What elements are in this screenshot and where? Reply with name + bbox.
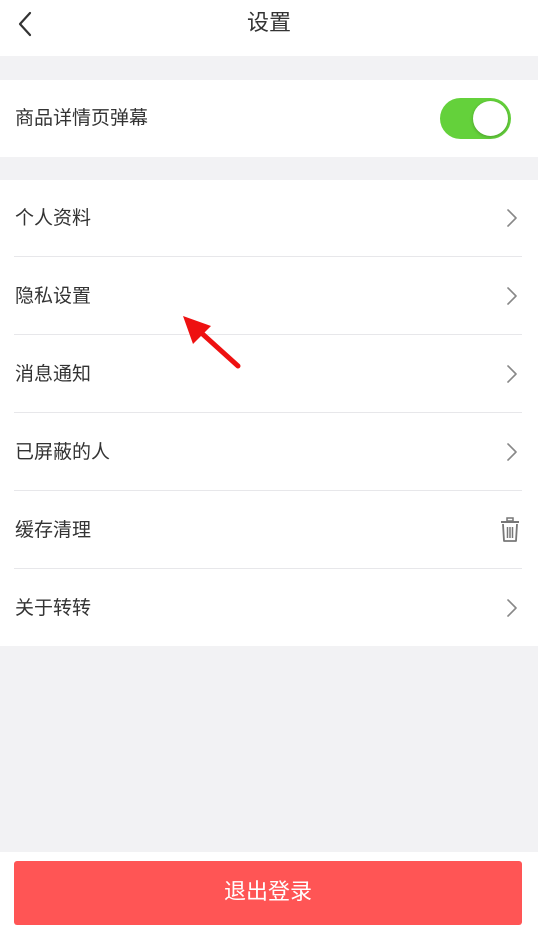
chevron-right-icon <box>507 209 517 227</box>
menu-item-blocked-users[interactable]: 已屏蔽的人 <box>0 414 538 491</box>
chevron-right-icon <box>507 365 517 383</box>
trash-icon[interactable] <box>499 517 521 543</box>
page-title: 设置 <box>246 11 291 36</box>
danmaku-section: 商品详情页弹幕 <box>0 80 538 157</box>
chevron-right-icon <box>507 443 517 461</box>
danmaku-toggle[interactable] <box>440 98 511 139</box>
chevron-right-icon <box>507 599 517 617</box>
menu-item-label: 关于转转 <box>15 597 92 619</box>
divider <box>14 256 522 257</box>
danmaku-row: 商品详情页弹幕 <box>0 80 538 157</box>
menu-item-label: 已屏蔽的人 <box>15 441 111 463</box>
menu-item-label: 隐私设置 <box>15 285 92 307</box>
settings-page: 设置 商品详情页弹幕 个人资料 隐私设置 消息通知 已屏蔽的人 缓存清理 关于转… <box>0 0 538 928</box>
menu-item-about[interactable]: 关于转转 <box>0 570 538 647</box>
settings-menu: 个人资料 隐私设置 消息通知 已屏蔽的人 缓存清理 关于转转 <box>0 180 538 646</box>
divider <box>14 412 522 413</box>
top-bar: 设置 <box>0 0 538 56</box>
logout-button[interactable]: 退出登录 <box>14 861 522 925</box>
menu-item-notifications[interactable]: 消息通知 <box>0 336 538 413</box>
toggle-knob <box>473 101 508 136</box>
menu-item-label: 个人资料 <box>15 207 92 229</box>
menu-item-privacy[interactable]: 隐私设置 <box>0 258 538 335</box>
menu-item-clear-cache[interactable]: 缓存清理 <box>0 492 538 569</box>
divider <box>14 334 522 335</box>
chevron-right-icon <box>507 287 517 305</box>
danmaku-label: 商品详情页弹幕 <box>15 107 149 129</box>
menu-item-profile[interactable]: 个人资料 <box>0 180 538 257</box>
menu-item-label: 消息通知 <box>15 363 92 385</box>
divider <box>14 568 522 569</box>
menu-item-label: 缓存清理 <box>15 519 92 541</box>
divider <box>14 490 522 491</box>
